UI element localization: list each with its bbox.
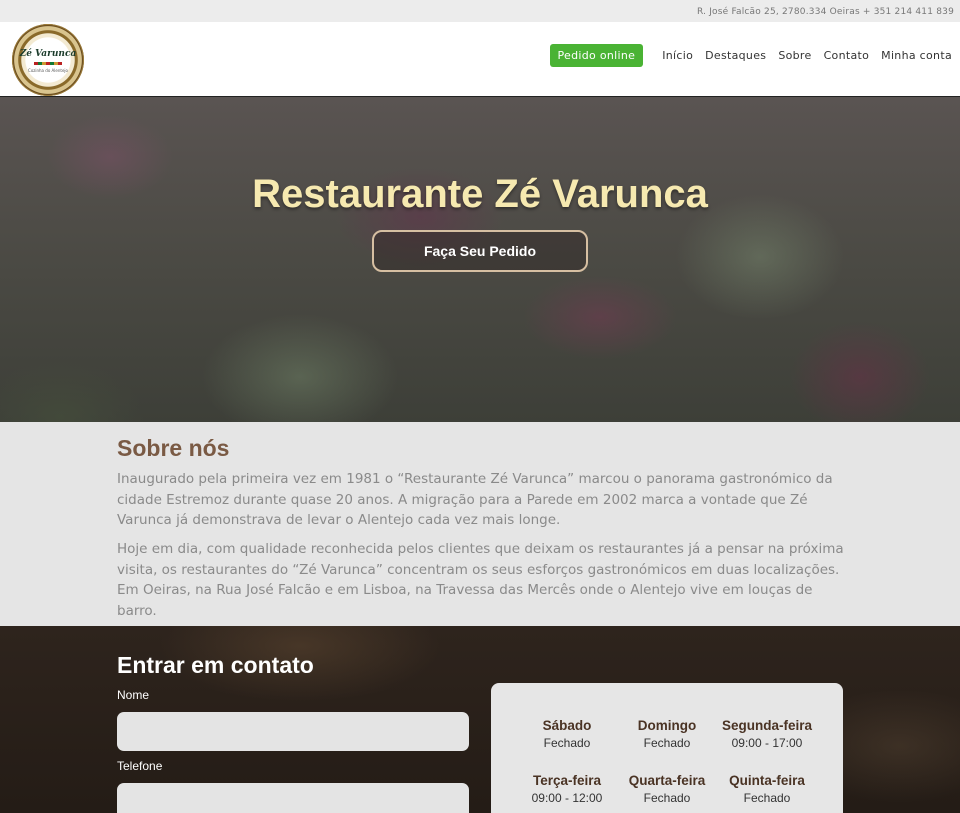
address-phone-text: R. José Falcão 25, 2780.334 Oeiras + 351…: [696, 7, 954, 17]
logo-stripe-icon: [34, 62, 62, 65]
phone-label: Telefone: [117, 759, 163, 773]
hours-item: Sábado Fechado: [512, 718, 622, 750]
day-hours: Fechado: [643, 736, 691, 750]
day-name: Sábado: [542, 718, 592, 733]
about-title: Sobre nós: [117, 435, 230, 461]
phone-field[interactable]: [117, 783, 469, 813]
hours-item: Terça-feira 09:00 - 12:00: [512, 773, 622, 805]
about-section: Sobre nós Inaugurado pela primeira vez e…: [0, 422, 960, 626]
opening-hours-card: Sábado Fechado Domingo Fechado Segunda-f…: [491, 683, 843, 813]
nav-link-sobre[interactable]: Sobre: [778, 49, 811, 62]
nav-link-contato[interactable]: Contato: [824, 49, 870, 62]
day-hours: Fechado: [743, 791, 791, 805]
order-cta-button[interactable]: Faça Seu Pedido: [372, 230, 588, 272]
nav-link-inicio[interactable]: Início: [662, 49, 693, 62]
hours-item: Segunda-feira 09:00 - 17:00: [712, 718, 822, 750]
nav-link-destaques[interactable]: Destaques: [705, 49, 766, 62]
site-header: Zé Varunca Cozinha do Alentejo Pedido on…: [0, 22, 960, 97]
day-hours: 09:00 - 17:00: [731, 736, 803, 750]
nav-link-minha-conta[interactable]: Minha conta: [881, 49, 952, 62]
day-name: Quarta-feira: [628, 773, 706, 788]
hours-item: Quinta-feira Fechado: [712, 773, 822, 805]
about-paragraph: Inaugurado pela primeira vez em 1981 o “…: [117, 471, 833, 528]
day-name: Terça-feira: [532, 773, 602, 788]
contact-section: Entrar em contato Nome Telefone Sábado F…: [0, 626, 960, 813]
hours-item: Quarta-feira Fechado: [612, 773, 722, 805]
name-label: Nome: [117, 688, 150, 702]
top-info-bar: R. José Falcão 25, 2780.334 Oeiras + 351…: [0, 0, 960, 22]
logo-name: Zé Varunca: [19, 49, 77, 59]
order-online-button[interactable]: Pedido online: [549, 44, 644, 67]
day-hours: Fechado: [543, 736, 591, 750]
hero-banner: Restaurante Zé Varunca Faça Seu Pedido: [0, 97, 960, 422]
day-hours: 09:00 - 12:00: [531, 791, 603, 805]
contact-title: Entrar em contato: [117, 652, 314, 678]
day-name: Quinta-feira: [729, 773, 805, 788]
about-paragraph: Hoje em dia, com qualidade reconhecida p…: [117, 541, 844, 619]
main-nav: Pedido online Início Destaques Sobre Con…: [549, 44, 953, 67]
day-name: Segunda-feira: [721, 718, 813, 733]
logo-subtitle: Cozinha do Alentejo: [28, 68, 68, 73]
restaurant-logo[interactable]: Zé Varunca Cozinha do Alentejo: [12, 24, 84, 96]
hours-item: Domingo Fechado: [612, 718, 722, 750]
day-name: Domingo: [637, 718, 697, 733]
day-hours: Fechado: [643, 791, 691, 805]
name-field[interactable]: [117, 712, 469, 751]
hero-title: Restaurante Zé Varunca: [252, 172, 708, 216]
